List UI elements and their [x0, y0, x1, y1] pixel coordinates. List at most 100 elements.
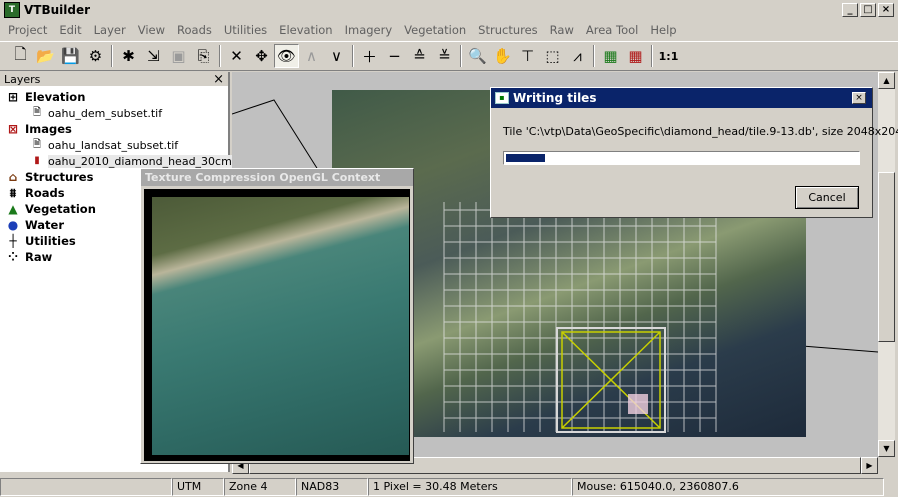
- size-grip-icon[interactable]: [884, 478, 898, 496]
- status-message: [0, 478, 172, 496]
- menu-utilities[interactable]: Utilities: [218, 23, 273, 37]
- title-bar: T VTBuilder _ □ ×: [0, 0, 898, 20]
- water-drop-icon: ●: [7, 218, 19, 232]
- layer-category-label: Structures: [25, 170, 94, 184]
- layer-category-utilities[interactable]: ┼ Utilities: [6, 234, 76, 248]
- menu-imagery[interactable]: Imagery: [339, 23, 399, 37]
- layers-close-button[interactable]: ×: [213, 72, 224, 87]
- import-icon[interactable]: ⎘: [191, 44, 216, 68]
- layer-category-raw[interactable]: ⁘ Raw: [6, 250, 52, 264]
- minus-icon[interactable]: −: [382, 44, 407, 68]
- vertical-scroll-thumb[interactable]: [878, 172, 895, 342]
- dialog-title: Writing tiles: [513, 91, 597, 105]
- gear-icon[interactable]: ⚙: [83, 44, 108, 68]
- file-icon: 🗎: [32, 139, 42, 150]
- tree-icon: ▲: [8, 202, 18, 216]
- status-pixel-size: 1 Pixel = 30.48 Meters: [368, 478, 572, 496]
- active-file-icon: ▮: [34, 155, 40, 166]
- magnifier-icon[interactable]: 🔍: [465, 44, 490, 68]
- raw-points-icon: ⁘: [7, 250, 19, 264]
- scroll-up-icon[interactable]: ▲: [878, 72, 895, 89]
- menu-layer[interactable]: Layer: [88, 23, 132, 37]
- menu-help[interactable]: Help: [644, 23, 682, 37]
- layer-item-diamond-head[interactable]: ▮ oahu_2010_diamond_head_30cm.tif: [30, 154, 247, 168]
- menu-view[interactable]: View: [132, 23, 171, 37]
- grid-green-icon[interactable]: ▦: [598, 44, 623, 68]
- cancel-button[interactable]: Cancel: [795, 186, 859, 209]
- eye-icon[interactable]: 👁: [274, 44, 299, 68]
- scroll-down-icon[interactable]: ▼: [878, 440, 895, 457]
- select-box-icon[interactable]: ⬚: [540, 44, 565, 68]
- writing-tiles-dialog: ▪ Writing tiles × Tile 'C:\vtp\Data\GeoS…: [490, 87, 898, 218]
- toolbar-separator: [352, 45, 354, 67]
- maximize-button[interactable]: □: [860, 3, 876, 17]
- menu-vegetation[interactable]: Vegetation: [398, 23, 472, 37]
- menu-area-tool[interactable]: Area Tool: [580, 23, 644, 37]
- new-layer-icon[interactable]: ✱: [116, 44, 141, 68]
- move-icon[interactable]: ✥: [249, 44, 274, 68]
- menu-elevation[interactable]: Elevation: [273, 23, 338, 37]
- open-layer-icon[interactable]: ⇲: [141, 44, 166, 68]
- stack-up-icon[interactable]: ≙: [407, 44, 432, 68]
- toolbar-separator: [593, 45, 595, 67]
- chevron-down-icon[interactable]: ∨: [324, 44, 349, 68]
- scroll-right-icon[interactable]: ▶: [861, 457, 878, 474]
- toolbar: 🗋 📂 💾 ⚙ ✱ ⇲ ▣ ⎘ ✕ ✥ 👁 ∧ ∨ ＋ − ≙ ≚ 🔍 ✋ ⊤ …: [0, 41, 898, 71]
- menu-structures[interactable]: Structures: [472, 23, 544, 37]
- layers-panel-header: Layers ×: [0, 72, 228, 87]
- image-icon: ⊠: [7, 122, 19, 136]
- toolbar-separator: [111, 45, 113, 67]
- hand-icon[interactable]: ✋: [490, 44, 515, 68]
- distance-icon[interactable]: ⊤: [515, 44, 540, 68]
- layer-category-label: Raw: [25, 250, 53, 264]
- new-icon[interactable]: 🗋: [8, 44, 33, 68]
- open-icon[interactable]: 📂: [33, 44, 58, 68]
- delete-icon[interactable]: ✕: [224, 44, 249, 68]
- house-icon: ⌂: [8, 170, 18, 184]
- status-datum: NAD83: [296, 478, 368, 496]
- app-title: VTBuilder: [24, 3, 91, 17]
- toolbar-separator: [651, 45, 653, 67]
- save-layer-icon[interactable]: ▣: [166, 44, 191, 68]
- stack-down-icon[interactable]: ≚: [432, 44, 457, 68]
- status-zone: Zone 4: [224, 478, 296, 496]
- menu-project[interactable]: Project: [2, 23, 53, 37]
- progress-bar: [503, 151, 860, 165]
- scale-1to1-button[interactable]: 1:1: [656, 44, 681, 68]
- layer-category-images[interactable]: ⊠ Images: [6, 122, 72, 136]
- dialog-message: Tile 'C:\vtp\Data\GeoSpecific\diamond_he…: [503, 125, 898, 138]
- layer-category-elevation[interactable]: ⊞ Elevation: [6, 90, 85, 104]
- layer-category-structures[interactable]: ⌂ Structures: [6, 170, 94, 184]
- layer-item-landsat[interactable]: 🗎 oahu_landsat_subset.tif: [30, 138, 178, 152]
- utility-pole-icon: ┼: [9, 234, 17, 248]
- chevron-up-icon[interactable]: ∧: [299, 44, 324, 68]
- layer-category-label: Images: [25, 122, 72, 136]
- layer-item-label: oahu_landsat_subset.tif: [48, 138, 179, 152]
- layer-category-label: Utilities: [25, 234, 76, 248]
- menu-raw[interactable]: Raw: [544, 23, 580, 37]
- profile-icon[interactable]: ⩘: [565, 44, 590, 68]
- texture-preview-frame: [144, 189, 410, 461]
- layer-category-label: Vegetation: [25, 202, 96, 216]
- elevation-grid-icon: ⊞: [7, 90, 19, 104]
- plus-icon[interactable]: ＋: [357, 44, 382, 68]
- layer-category-water[interactable]: ● Water: [6, 218, 64, 232]
- menu-edit[interactable]: Edit: [53, 23, 87, 37]
- dialog-close-button[interactable]: ×: [852, 92, 866, 104]
- status-bar: UTM Zone 4 NAD83 1 Pixel = 30.48 Meters …: [0, 476, 898, 497]
- minimize-button[interactable]: _: [842, 3, 858, 17]
- close-button[interactable]: ×: [878, 3, 894, 17]
- toolbar-separator: [460, 45, 462, 67]
- layer-category-label: Roads: [25, 186, 65, 200]
- status-projection: UTM: [172, 478, 224, 496]
- menu-roads[interactable]: Roads: [171, 23, 218, 37]
- menu-bar: Project Edit Layer View Roads Utilities …: [0, 20, 898, 40]
- layer-category-roads[interactable]: ⩩ Roads: [6, 186, 65, 200]
- layer-item-dem[interactable]: 🗎 oahu_dem_subset.tif: [30, 106, 162, 120]
- status-mouse-coords: Mouse: 615040.0, 2360807.6: [572, 478, 884, 496]
- layer-category-label: Water: [25, 218, 65, 232]
- texture-compression-window: Texture Compression OpenGL Context: [140, 168, 414, 464]
- grid-red-icon[interactable]: ▦: [623, 44, 648, 68]
- save-icon[interactable]: 💾: [58, 44, 83, 68]
- layer-category-vegetation[interactable]: ▲ Vegetation: [6, 202, 96, 216]
